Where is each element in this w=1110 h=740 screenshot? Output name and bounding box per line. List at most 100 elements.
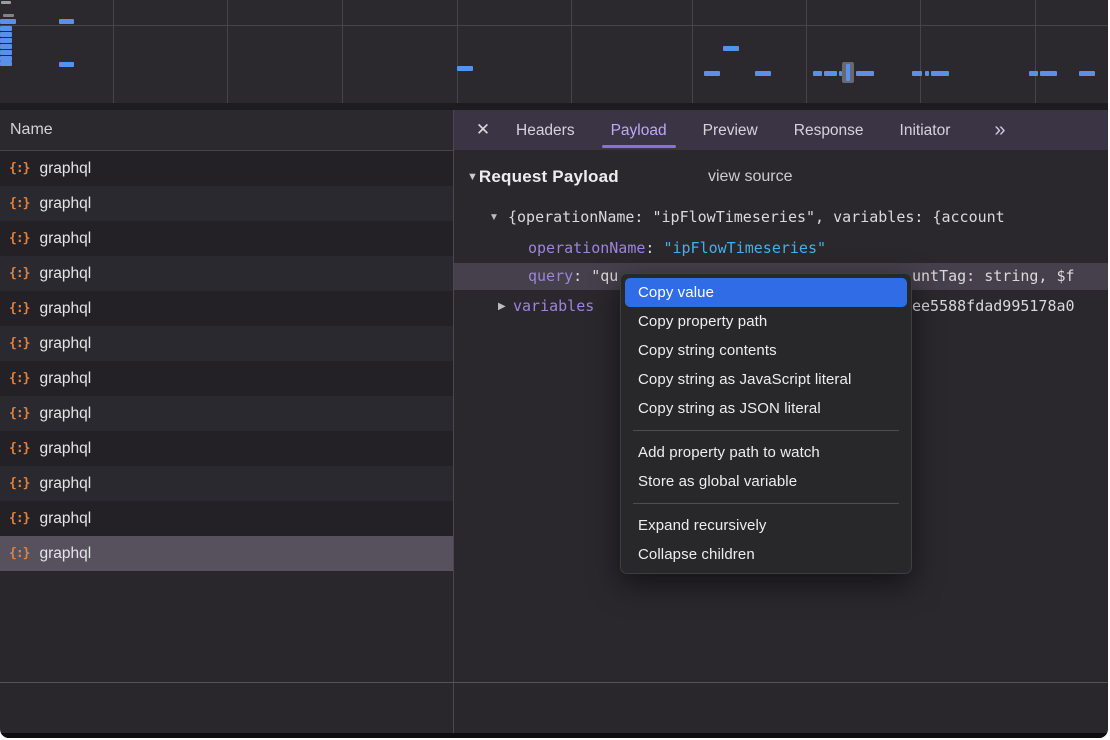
network-request-row[interactable]: {:}graphql (0, 151, 453, 186)
network-request-row[interactable]: {:} graphql (0, 501, 453, 536)
name-column-header[interactable]: Name (0, 110, 453, 151)
overview-gridline (113, 0, 114, 103)
json-braces-icon: {:} (9, 371, 29, 386)
json-braces-icon: {:} (9, 511, 29, 526)
network-request-row[interactable]: {:}graphql (0, 536, 453, 571)
overview-request-bar (723, 46, 739, 51)
network-overview-timeline[interactable] (0, 0, 1108, 103)
overview-request-bar (0, 32, 12, 37)
overview-gridline (1035, 0, 1036, 103)
tab-initiator[interactable]: Initiator (886, 110, 965, 150)
overview-request-bar (755, 71, 771, 76)
network-request-row[interactable]: {:} graphql (0, 431, 453, 466)
overview-request-bar (912, 71, 922, 76)
overview-request-bar (925, 71, 929, 76)
close-icon: ✕ (476, 120, 490, 139)
overview-request-bar (824, 71, 837, 76)
more-tabs-button[interactable]: » (994, 119, 1003, 142)
json-braces-icon: {:} (9, 301, 29, 316)
overview-request-bar (0, 61, 12, 66)
overview-request-bar (931, 71, 949, 76)
view-source-link[interactable]: view source (708, 168, 792, 186)
json-tree-property-row[interactable]: operationName: "ipFlowTimeseries" (528, 238, 826, 259)
request-payload-section-header[interactable]: ▼ Request Payload (467, 167, 619, 187)
context-menu-divider (621, 423, 911, 438)
json-tree-root-row[interactable]: {operationName: "ipFlowTimeseries", vari… (508, 207, 1005, 228)
network-request-row[interactable]: {:}graphql (0, 256, 453, 291)
overview-dash (3, 14, 14, 17)
network-request-row[interactable]: {:}graphql (0, 326, 453, 361)
tab-payload[interactable]: Payload (597, 110, 681, 150)
tab-headers[interactable]: Headers (502, 110, 589, 150)
overview-request-bar (813, 71, 822, 76)
json-braces-icon: {:} (9, 266, 29, 281)
overview-request-bar (59, 62, 74, 67)
request-name-label: graphql (39, 440, 91, 458)
request-list-panel: Name {:} graphql {:} graphql {:} graphql {:} gr… (0, 110, 453, 682)
tab-response[interactable]: Response (780, 110, 878, 150)
json-braces-icon: {:} (9, 196, 29, 211)
network-request-row[interactable]: {:} graphql (0, 361, 453, 396)
overview-request-bar (0, 50, 12, 55)
network-request-row[interactable]: {:}graphql (0, 466, 453, 501)
property-value-start: "qu (591, 267, 618, 285)
json-braces-icon: {:} (9, 441, 29, 456)
context-menu-item-copy-property-path[interactable]: Copy property path (621, 307, 911, 336)
overview-gridline (806, 0, 807, 103)
overview-request-bar (59, 19, 74, 24)
overview-request-bar (0, 26, 12, 31)
property-key: query (528, 267, 573, 285)
overview-request-bar (1029, 71, 1038, 76)
overview-request-bar (457, 66, 473, 71)
network-request-row[interactable]: {:} graphql (0, 221, 453, 256)
overview-gridline (571, 0, 572, 103)
property-key: variables (513, 297, 594, 315)
overview-hover-marker (842, 62, 854, 83)
json-tree-property-row[interactable]: query: "qu (528, 266, 618, 287)
details-tab-bar: ✕ HeadersPayloadPreviewResponseInitiator… (454, 110, 1108, 150)
context-menu-item-copy-string-contents[interactable]: Copy string contents (621, 336, 911, 365)
property-value: "ipFlowTimeseries" (663, 239, 826, 257)
request-name-label: graphql (39, 510, 91, 528)
property-value-tail: untTag: string, $f (912, 266, 1075, 287)
overview-request-bar (0, 38, 12, 43)
network-request-row[interactable]: {:} graphql (0, 396, 453, 431)
close-details-button[interactable]: ✕ (472, 120, 494, 140)
json-braces-icon: {:} (9, 476, 29, 491)
json-braces-icon: {:} (9, 231, 29, 246)
overview-request-bar (0, 19, 16, 24)
request-name-label: graphql (39, 405, 91, 423)
request-name-label: graphql (39, 335, 91, 353)
footer-divider (0, 682, 1108, 683)
network-request-row[interactable]: {:}graphql (0, 291, 453, 326)
key-value-separator: : (573, 267, 591, 285)
tab-strip: HeadersPayloadPreviewResponseInitiator (502, 110, 964, 150)
overview-request-bar (1040, 71, 1057, 76)
context-menu-item-add-property-path-to-watch[interactable]: Add property path to watch (621, 438, 911, 467)
expand-arrow[interactable]: ▼ (489, 212, 499, 223)
request-name-label: graphql (39, 545, 91, 563)
context-menu-item-copy-value[interactable]: Copy value (625, 278, 907, 307)
context-menu-item-store-as-global-variable[interactable]: Store as global variable (621, 467, 911, 496)
json-braces-icon: {:} (9, 406, 29, 421)
overview-request-bar (856, 71, 874, 76)
property-key: operationName (528, 239, 645, 257)
tab-preview[interactable]: Preview (689, 110, 772, 150)
context-menu-item-copy-string-as-json-literal[interactable]: Copy string as JSON literal (621, 394, 911, 423)
context-menu-item-copy-string-as-javascript-literal[interactable]: Copy string as JavaScript literal (621, 365, 911, 394)
context-menu: Copy valueCopy property pathCopy string … (620, 273, 912, 574)
context-menu-item-collapse-children[interactable]: Collapse children (621, 540, 911, 569)
request-name-label: graphql (39, 370, 91, 388)
key-value-separator: : (645, 239, 663, 257)
request-name-label: graphql (39, 230, 91, 248)
property-value-tail: ee5588fdad995178a0 (912, 296, 1075, 317)
overview-row-divider (0, 25, 1108, 26)
json-tree-property-row[interactable]: variables (513, 296, 594, 317)
section-title: Request Payload (479, 167, 619, 187)
context-menu-item-expand-recursively[interactable]: Expand recursively (621, 511, 911, 540)
expand-arrow[interactable]: ▶ (498, 301, 506, 312)
section-collapse-arrow[interactable]: ▼ (467, 171, 478, 183)
network-request-row[interactable]: {:}graphql (0, 186, 453, 221)
overview-dash (1, 1, 11, 4)
overview-gridline (692, 0, 693, 103)
